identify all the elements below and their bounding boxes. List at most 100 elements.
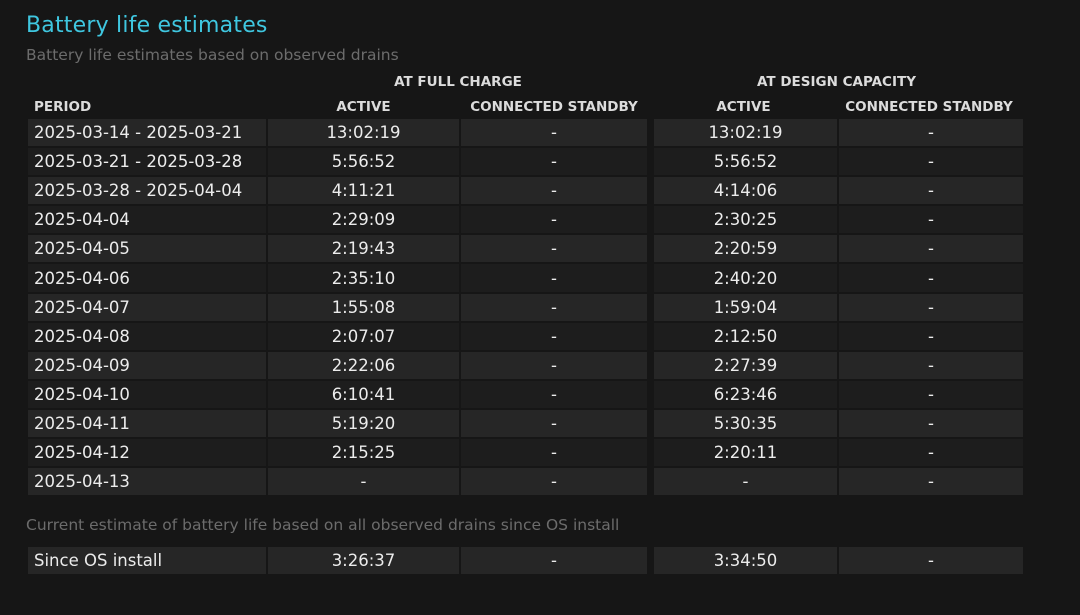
group-header-full-charge: AT FULL CHARGE (394, 74, 522, 90)
cell-full-standby: - (461, 235, 647, 263)
table-row: 2025-04-13- - - - (28, 468, 1023, 496)
column-divider (649, 409, 652, 438)
cell-design-standby: - (839, 148, 1023, 176)
cell-full-standby: - (461, 293, 647, 321)
battery-estimates-table: 2025-03-14 - 2025-03-21 13:02:19-13:02:19… (28, 119, 1023, 497)
column-header-design-standby: CONNECTED STANDBY (845, 99, 1013, 115)
cell-design-standby: - (839, 439, 1023, 467)
cell-period: 2025-04-11 (28, 409, 266, 438)
cell-period: 2025-04-06 (28, 264, 266, 292)
table-row: 2025-04-08 2:07:07-2:12:50- (28, 322, 1023, 350)
cell-design-active: 2:20:11 (654, 439, 837, 467)
cell-full-standby: - (461, 148, 647, 176)
cell-design-active: 6:23:46 (654, 380, 837, 408)
cell-full-active: 5:56:52 (268, 148, 459, 176)
table-row: 2025-03-21 - 2025-03-28 5:56:52-5:56:52- (28, 148, 1023, 176)
table-row: 2025-04-06 2:35:10-2:40:20- (28, 264, 1023, 292)
column-header-design-active: ACTIVE (716, 99, 771, 115)
cell-full-active: 2:35:10 (268, 264, 459, 292)
table-row: 2025-04-12 2:15:25-2:20:11- (28, 439, 1023, 467)
cell-full-standby: - (461, 322, 647, 350)
cell-full-active: 2:19:43 (268, 235, 459, 263)
cell-design-standby: - (839, 119, 1023, 147)
cell-full-active: 2:29:09 (268, 206, 459, 234)
cell-design-standby: - (839, 322, 1023, 350)
table-row: 2025-04-09 2:22:06-2:27:39- (28, 351, 1023, 379)
cell-design-active: 2:20:59 (654, 235, 837, 263)
current-estimate-note: Current estimate of battery life based o… (26, 516, 620, 534)
cell-full-active: 13:02:19 (268, 119, 459, 147)
cell-design-standby: - (839, 351, 1023, 379)
cell-period: 2025-04-04 (28, 206, 266, 234)
cell-full-active: - (268, 468, 459, 496)
cell-full-standby: - (461, 177, 647, 205)
cell-design-standby: - (839, 264, 1023, 292)
column-header-full-active: ACTIVE (336, 99, 391, 115)
table-row: 2025-04-04 2:29:09-2:30:25- (28, 206, 1023, 234)
cell-design-active: 4:14:06 (654, 177, 837, 205)
column-divider (649, 468, 652, 496)
page-subtitle: Battery life estimates based on observed… (26, 46, 399, 64)
cell-design-active: 13:02:19 (654, 119, 837, 147)
cell-design-standby: - (839, 468, 1023, 496)
column-divider (649, 148, 652, 176)
cell-design-active: 5:30:35 (654, 409, 837, 438)
cell-period: 2025-03-14 - 2025-03-21 (28, 119, 266, 147)
column-divider (649, 177, 652, 205)
cell-full-active: 6:10:41 (268, 380, 459, 408)
column-header-full-standby: CONNECTED STANDBY (470, 99, 638, 115)
column-divider (649, 322, 652, 350)
cell-full-active: 3:26:37 (268, 547, 459, 575)
cell-design-active: 2:27:39 (654, 351, 837, 379)
cell-design-standby: - (839, 177, 1023, 205)
table-row: 2025-03-14 - 2025-03-21 13:02:19-13:02:19… (28, 119, 1023, 147)
cell-design-standby: - (839, 235, 1023, 263)
table-row: 2025-04-07 1:55:08-1:59:04- (28, 293, 1023, 321)
table-row: Since OS install 3:26:37 - 3:34:50 - (28, 547, 1023, 575)
cell-period: Since OS install (28, 547, 266, 575)
cell-period: 2025-04-09 (28, 351, 266, 379)
cell-design-active: 2:40:20 (654, 264, 837, 292)
cell-full-standby: - (461, 468, 647, 496)
column-divider (649, 206, 652, 234)
table-row: 2025-04-05 2:19:43-2:20:59- (28, 235, 1023, 263)
column-divider (649, 293, 652, 321)
cell-design-standby: - (839, 547, 1023, 575)
cell-full-standby: - (461, 380, 647, 408)
cell-design-active: - (654, 468, 837, 496)
current-estimate-table: Since OS install 3:26:37 - 3:34:50 - (28, 547, 1023, 576)
cell-full-standby: - (461, 351, 647, 379)
cell-full-active: 2:15:25 (268, 439, 459, 467)
cell-full-standby: - (461, 206, 647, 234)
cell-period: 2025-03-28 - 2025-04-04 (28, 177, 266, 205)
column-divider (649, 264, 652, 292)
column-header-period: PERIOD (34, 99, 92, 115)
cell-design-active: 2:30:25 (654, 206, 837, 234)
column-divider (649, 351, 652, 379)
column-divider (649, 380, 652, 408)
cell-period: 2025-03-21 - 2025-03-28 (28, 148, 266, 176)
cell-full-standby: - (461, 409, 647, 438)
column-divider (649, 439, 652, 467)
group-header-design-capacity: AT DESIGN CAPACITY (757, 74, 916, 90)
page-title: Battery life estimates (26, 13, 268, 38)
cell-design-active: 1:59:04 (654, 293, 837, 321)
cell-full-active: 4:11:21 (268, 177, 459, 205)
cell-design-standby: - (839, 206, 1023, 234)
cell-full-standby: - (461, 264, 647, 292)
cell-design-standby: - (839, 409, 1023, 438)
table-row: 2025-04-11 5:19:20-5:30:35- (28, 409, 1023, 438)
cell-period: 2025-04-08 (28, 322, 266, 350)
cell-period: 2025-04-05 (28, 235, 266, 263)
cell-period: 2025-04-10 (28, 380, 266, 408)
column-divider (649, 235, 652, 263)
cell-design-active: 5:56:52 (654, 148, 837, 176)
cell-period: 2025-04-07 (28, 293, 266, 321)
cell-design-standby: - (839, 293, 1023, 321)
cell-design-active: 2:12:50 (654, 322, 837, 350)
cell-full-active: 2:07:07 (268, 322, 459, 350)
table-row: 2025-03-28 - 2025-04-04 4:11:21-4:14:06- (28, 177, 1023, 205)
cell-period: 2025-04-12 (28, 439, 266, 467)
column-divider (649, 119, 652, 147)
cell-period: 2025-04-13 (28, 468, 266, 496)
